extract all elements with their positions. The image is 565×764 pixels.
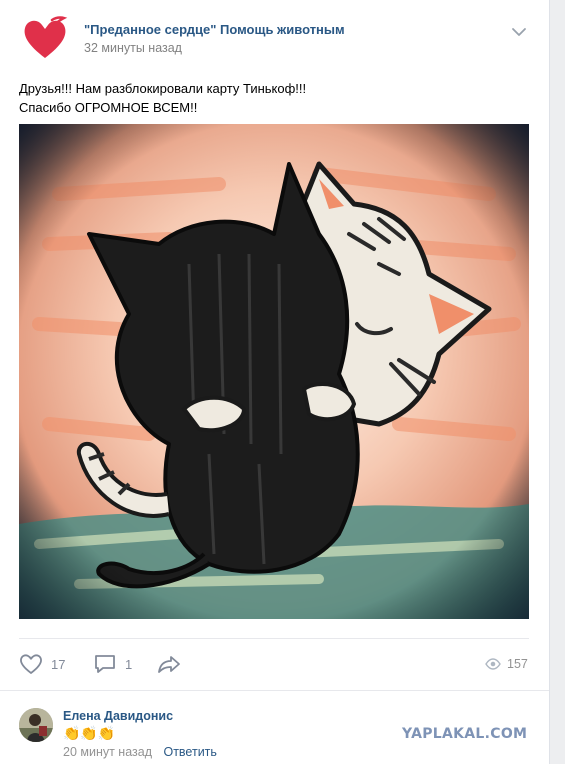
group-avatar[interactable] (20, 14, 70, 64)
post-author-link[interactable]: "Преданное сердце" Помощь животным (84, 22, 345, 37)
post-time[interactable]: 32 минуты назад (84, 41, 182, 55)
commenter-avatar[interactable] (19, 708, 53, 742)
post-card: "Преданное сердце" Помощь животным 32 ми… (0, 0, 549, 764)
comments-divider (0, 690, 549, 691)
post-text-line: Друзья!!! Нам разблокировали карту Тиньк… (19, 81, 307, 96)
share-icon (158, 656, 180, 673)
post-divider (19, 638, 529, 639)
chevron-down-icon (512, 28, 526, 36)
post-text-line: Спасибо ОГРОМНОЕ ВСЕМ!! (19, 100, 198, 115)
view-count: 157 (507, 657, 528, 671)
comment-text: 👏👏👏 (63, 725, 116, 741)
comment-meta: 20 минут назад Ответить (63, 745, 217, 759)
comment-time[interactable]: 20 минут назад (63, 745, 152, 759)
post-image[interactable] (19, 124, 529, 619)
avatar-photo (19, 708, 53, 742)
heart-logo-icon (24, 16, 68, 58)
watermark-text: YAPLAKAL.COM (402, 726, 528, 742)
post-menu-button[interactable] (509, 24, 529, 40)
scroll-gutter (549, 0, 565, 764)
reply-button[interactable]: Ответить (163, 745, 216, 759)
post-text: Друзья!!! Нам разблокировали карту Тиньк… (19, 79, 529, 117)
like-count: 17 (51, 656, 66, 672)
comment-icon (95, 655, 115, 673)
comment-button[interactable]: 1 (93, 652, 132, 676)
cats-hugging-illustration (19, 124, 529, 619)
comment-author-link[interactable]: Елена Давидонис (63, 709, 173, 723)
views-counter: 157 (485, 654, 528, 674)
heart-icon (20, 654, 42, 674)
comment-count: 1 (125, 656, 133, 672)
eye-icon (485, 658, 501, 670)
share-button[interactable] (157, 652, 181, 676)
like-button[interactable]: 17 (19, 652, 65, 676)
